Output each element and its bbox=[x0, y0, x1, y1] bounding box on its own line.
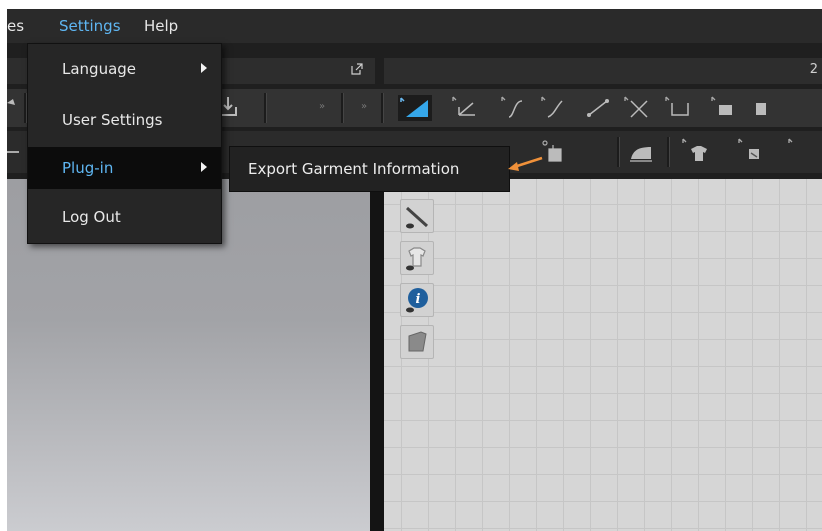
settings-dropdown: Language User Settings Plug-in Log Out bbox=[27, 43, 222, 244]
app-window: es Settings Help 2 » » i Language User S… bbox=[7, 9, 822, 531]
plugin-submenu: Export Garment Information bbox=[229, 146, 510, 192]
needle-icon bbox=[405, 206, 429, 229]
panel-divider[interactable] bbox=[370, 174, 384, 531]
menu-files[interactable]: es bbox=[7, 9, 24, 43]
show-needle-toggle[interactable] bbox=[400, 199, 434, 233]
show-fabric-toggle[interactable] bbox=[400, 325, 434, 359]
toolbar-overflow-icon[interactable]: » bbox=[319, 101, 325, 112]
menu-item-language[interactable]: Language bbox=[28, 48, 221, 90]
menu-item-user-settings[interactable]: User Settings bbox=[28, 99, 221, 141]
menu-item-plug-in[interactable]: Plug-in bbox=[28, 147, 221, 189]
rectangle-tool-icon[interactable] bbox=[451, 95, 481, 121]
more-tool-icon[interactable] bbox=[752, 95, 772, 121]
tshirt-icon bbox=[406, 247, 426, 271]
callout-arrow-icon bbox=[508, 156, 543, 171]
avatar-tool-icon[interactable] bbox=[737, 137, 771, 167]
toolbar-separator bbox=[381, 93, 384, 123]
garment-icon[interactable] bbox=[681, 137, 715, 167]
toolbar-separator bbox=[667, 137, 670, 167]
curve-tool-icon[interactable] bbox=[500, 95, 530, 121]
submenu-arrow-icon bbox=[201, 162, 207, 172]
toolbar-separator bbox=[341, 93, 344, 123]
iron-icon[interactable] bbox=[625, 137, 657, 167]
fabric-icon bbox=[408, 331, 427, 352]
menu-item-log-out[interactable]: Log Out bbox=[28, 196, 221, 238]
info-icon: i bbox=[406, 288, 428, 313]
menu-item-label: Log Out bbox=[62, 208, 121, 226]
menu-settings[interactable]: Settings bbox=[59, 9, 121, 43]
curve-point-tool-icon[interactable] bbox=[540, 95, 570, 121]
panel-number: 2 bbox=[809, 62, 818, 77]
segment-tool-icon[interactable] bbox=[583, 95, 613, 121]
show-info-toggle[interactable]: i bbox=[400, 283, 434, 317]
menu-bar: es Settings Help bbox=[7, 9, 822, 43]
minus-icon[interactable] bbox=[7, 151, 19, 153]
menu-item-label: Language bbox=[62, 60, 137, 78]
show-garment-toggle[interactable] bbox=[400, 241, 434, 275]
right-panel-header: 2 bbox=[384, 58, 822, 84]
submenu-arrow-icon bbox=[201, 63, 207, 73]
svg-text:i: i bbox=[416, 292, 421, 307]
2d-pattern-viewport[interactable]: i bbox=[384, 179, 822, 531]
polygon-tool-icon[interactable] bbox=[398, 95, 432, 121]
toolbar-separator bbox=[264, 93, 267, 123]
menu-help[interactable]: Help bbox=[144, 9, 178, 43]
menu-item-export-garment-information[interactable]: Export Garment Information bbox=[248, 147, 459, 191]
popout-icon[interactable] bbox=[351, 63, 363, 75]
rotate-icon[interactable] bbox=[7, 97, 17, 117]
menu-item-label: User Settings bbox=[62, 111, 163, 129]
more-tool-icon-2[interactable] bbox=[787, 137, 807, 167]
toolbar-separator bbox=[617, 137, 620, 167]
angle-tool-icon[interactable] bbox=[664, 95, 694, 121]
fold-tool-icon[interactable] bbox=[710, 95, 740, 121]
cross-tool-icon[interactable] bbox=[623, 95, 653, 121]
menu-item-label: Plug-in bbox=[62, 159, 114, 177]
toolbar-overflow-icon[interactable]: » bbox=[361, 101, 367, 112]
